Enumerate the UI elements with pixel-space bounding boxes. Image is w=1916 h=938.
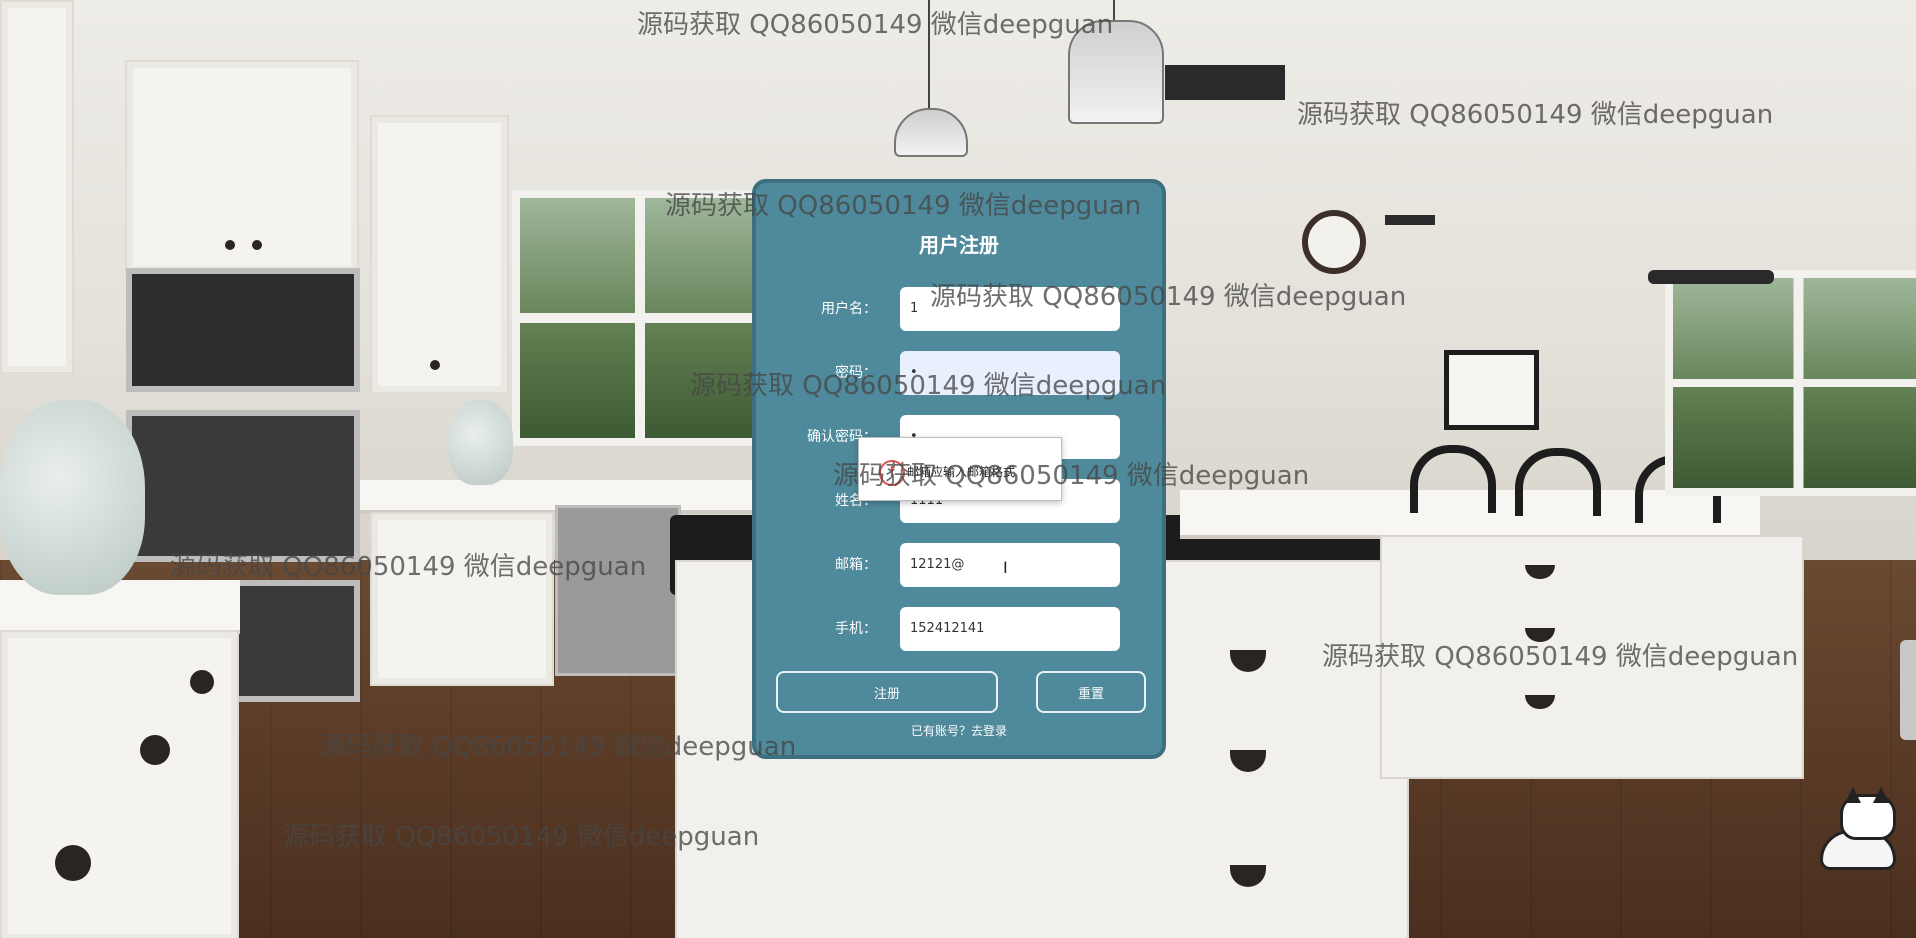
kitchen-window [512, 190, 768, 446]
side-tab[interactable] [1900, 640, 1916, 740]
upper-cabinet-right [370, 115, 509, 394]
lower-cabinet [370, 512, 554, 686]
ceiling-vent-small [1385, 215, 1435, 225]
register-button[interactable]: 注册 [776, 671, 998, 713]
left-glass-cabinet [0, 0, 74, 374]
cat-icon [1840, 787, 1896, 840]
drawer-knob [190, 670, 214, 694]
phone-label: 手机： [835, 621, 877, 637]
small-vase [448, 400, 513, 485]
text-cursor-icon: I [1003, 558, 1008, 577]
drawer-knob [140, 735, 170, 765]
wall-clock [1302, 210, 1366, 274]
right-island [1380, 535, 1804, 779]
framed-picture [1444, 350, 1539, 430]
go-login-link[interactable]: 已有账号？去登录 [756, 722, 1162, 739]
right-window [1665, 270, 1916, 496]
cat-ear [1845, 787, 1861, 803]
username-input[interactable] [900, 287, 1120, 331]
reset-button[interactable]: 重置 [1036, 671, 1146, 713]
dishwasher [555, 505, 681, 676]
drawer-knob [55, 845, 91, 881]
lower-oven [226, 580, 360, 702]
microwave [126, 268, 360, 392]
tooltip-message: 邮箱应输入邮箱格式 [907, 465, 1016, 479]
cabinet-handle [225, 240, 235, 250]
warning-icon: ! [879, 460, 905, 486]
password-input[interactable]: • [900, 351, 1120, 395]
chandelier [1648, 270, 1774, 284]
cabinet-handle [252, 240, 262, 250]
email-label: 邮箱： [835, 557, 877, 573]
username-label: 用户名： [821, 301, 877, 317]
lamp-cord [928, 0, 930, 110]
phone-input[interactable] [900, 607, 1120, 651]
bar-chair [1515, 448, 1601, 516]
cabinet-handle [430, 360, 440, 370]
pendant-lamp [1068, 20, 1164, 124]
large-vase [0, 400, 145, 595]
dialog-title: 用户注册 [919, 233, 999, 257]
email-validation-tooltip: ! 邮箱应输入邮箱格式 [858, 437, 1062, 501]
cat-ear [1873, 787, 1889, 803]
password-label: 密码： [835, 365, 877, 381]
lamp-cord [1113, 0, 1115, 20]
upper-cabinet [125, 60, 359, 274]
wall-oven [126, 410, 360, 562]
ceiling-vent [1165, 65, 1285, 100]
bar-chair [1410, 445, 1496, 513]
mascot-widget[interactable] [1810, 787, 1910, 870]
